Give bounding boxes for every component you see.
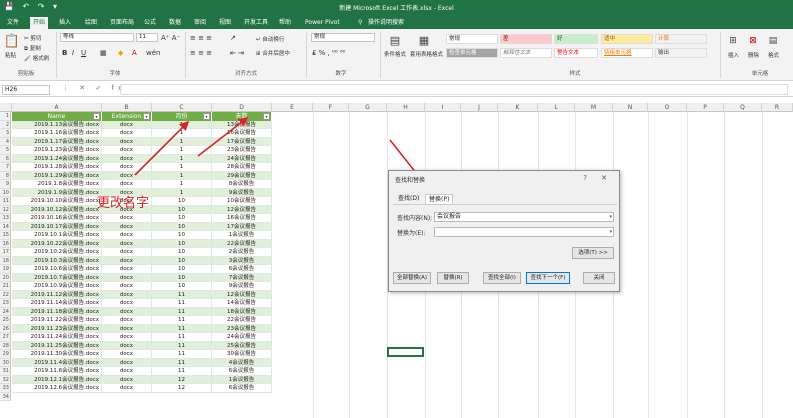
chevron-down-icon[interactable]: ▾ bbox=[609, 228, 612, 236]
divider bbox=[393, 204, 617, 205]
close-button[interactable]: 关闭 bbox=[583, 272, 615, 284]
find-value: 会议报告 bbox=[437, 213, 462, 220]
tab-replace[interactable]: 替换(P) bbox=[425, 194, 454, 204]
replace-input[interactable]: ▾ bbox=[434, 227, 614, 237]
find-input[interactable]: 会议报告 ▾ bbox=[434, 212, 614, 222]
arrow-to-month bbox=[134, 120, 190, 176]
find-replace-dialog: 查找和替换 ? ✕ 查找(D) 替换(P) 查找内容(N): 会议报告 ▾ 替换为… bbox=[388, 170, 620, 292]
replace-all-button[interactable]: 全部替换(A) bbox=[393, 272, 431, 284]
options-button[interactable]: 选项(T) >> bbox=[572, 247, 614, 259]
replace-button[interactable]: 替换(R) bbox=[437, 272, 469, 284]
tab-find[interactable]: 查找(D) bbox=[395, 194, 422, 204]
arrow-to-days bbox=[197, 117, 249, 157]
find-label: 查找内容(N): bbox=[397, 215, 433, 222]
replace-label: 替换为(E): bbox=[397, 230, 426, 237]
dialog-controls[interactable]: ? ✕ bbox=[583, 174, 613, 182]
find-all-button[interactable]: 查找全部(I) bbox=[483, 272, 521, 284]
chevron-down-icon[interactable]: ▾ bbox=[609, 213, 612, 221]
find-next-button[interactable]: 查找下一个(F) bbox=[526, 272, 570, 284]
dialog-title: 查找和替换 bbox=[395, 177, 426, 184]
